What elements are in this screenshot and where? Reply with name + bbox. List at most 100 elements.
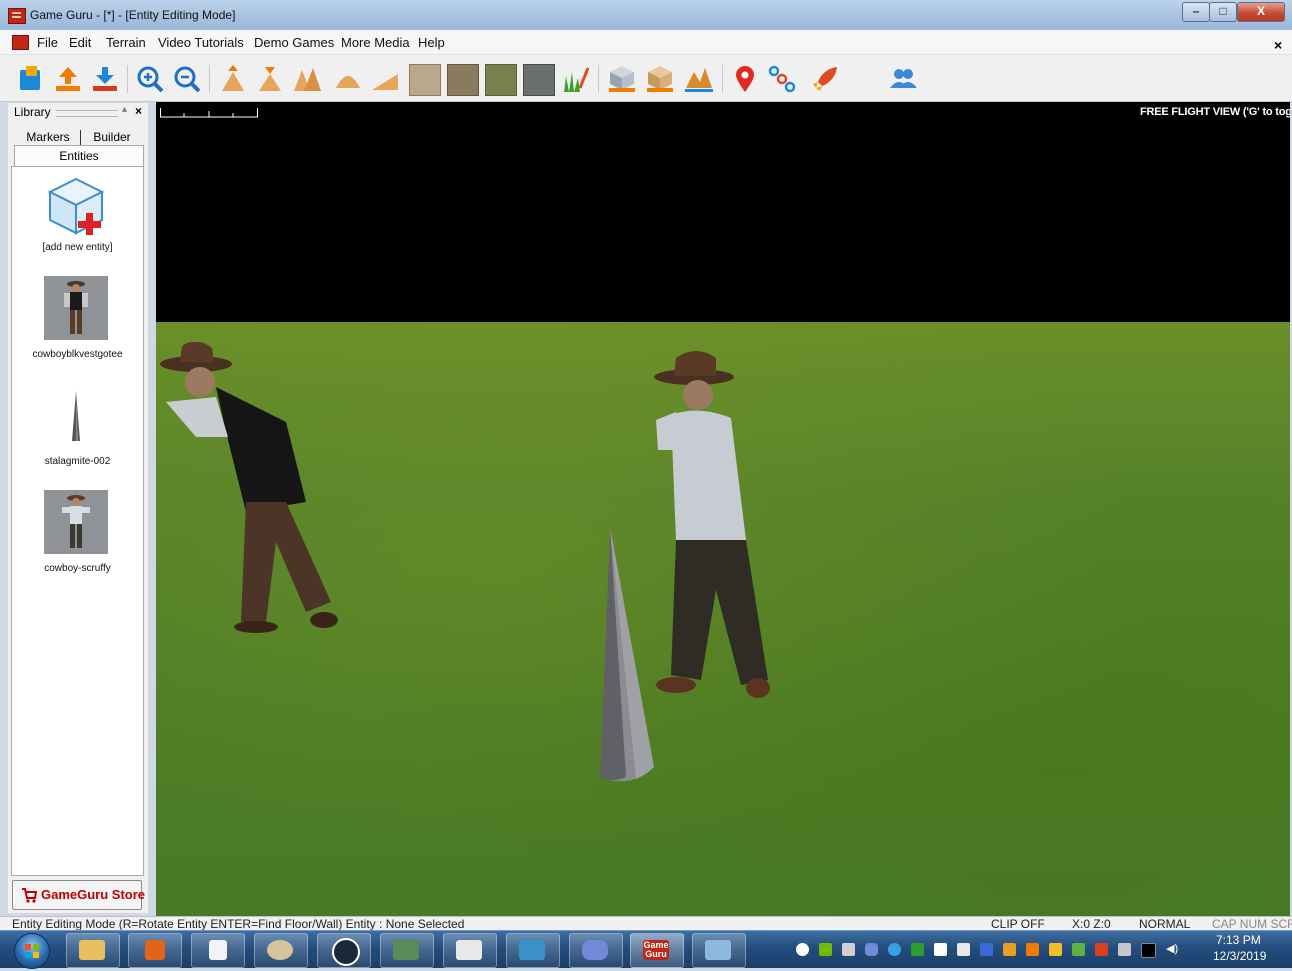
gameguru-store-button[interactable]: GameGuru Store <box>12 880 146 910</box>
cowboy-black-vest-thumbnail[interactable] <box>44 276 108 340</box>
tab-markers[interactable]: Markers <box>16 130 81 146</box>
discord-tray-icon[interactable] <box>865 943 878 956</box>
waypoint-nodes-icon[interactable] <box>767 64 797 94</box>
3d-viewport[interactable]: FREE FLIGHT VIEW ('G' to toggle) <box>156 102 1290 916</box>
close-window-button[interactable]: X <box>1237 2 1285 22</box>
load-level-icon[interactable] <box>53 64 83 94</box>
level-terrain-icon[interactable] <box>292 64 322 94</box>
taskbar-media-player[interactable] <box>128 933 182 968</box>
taskbar-file-explorer[interactable] <box>66 933 120 968</box>
lower-terrain-icon[interactable] <box>255 64 285 94</box>
menu-terrain[interactable]: Terrain <box>106 35 146 50</box>
security-tray-icon[interactable] <box>1072 943 1085 956</box>
stalagmite-thumbnail[interactable] <box>44 383 108 447</box>
media-tray-icon[interactable] <box>1095 943 1108 956</box>
entity-label: [add new entity] <box>42 242 113 253</box>
taskbar-network-tool[interactable] <box>380 933 434 968</box>
paint-texture-2-icon[interactable] <box>447 64 479 96</box>
static-entity-icon[interactable] <box>645 64 675 94</box>
menu-more-media[interactable]: More Media <box>341 35 410 50</box>
volume-icon[interactable]: ◀) <box>1166 943 1179 956</box>
panel-pin-button[interactable]: ▴ <box>122 104 127 115</box>
usb-tray-icon[interactable] <box>1118 943 1131 956</box>
cowboy-scruffy-thumbnail[interactable] <box>44 490 108 554</box>
add-entity-icon[interactable] <box>44 175 108 239</box>
flag-tray-icon[interactable] <box>957 943 970 956</box>
update-tray-icon[interactable] <box>1026 943 1039 956</box>
paint-palette-icon <box>267 940 293 960</box>
maximize-button[interactable]: □ <box>1209 2 1237 22</box>
menu-demo-games[interactable]: Demo Games <box>254 35 334 50</box>
sleep-tray-icon[interactable] <box>934 943 947 956</box>
store-label: GameGuru Store <box>41 887 146 902</box>
battery-tray-icon[interactable] <box>911 943 924 956</box>
media-player-icon <box>145 940 165 960</box>
taskbar-notepad[interactable] <box>191 933 245 968</box>
network-tray-icon[interactable] <box>842 943 855 956</box>
nvidia-tray-icon[interactable] <box>819 943 832 956</box>
paint-texture-4-icon[interactable] <box>523 64 555 96</box>
clock-time[interactable]: 7:13 PM <box>1216 933 1261 947</box>
taskbar-steam[interactable] <box>317 933 371 968</box>
steam-tray-icon[interactable] <box>796 943 809 956</box>
panel-close-button[interactable]: × <box>135 104 142 118</box>
library-panel: Library ▴ × Markers Builder Entities [ad… <box>8 103 148 913</box>
taskbar-control-panel[interactable] <box>692 933 746 968</box>
marker-icon[interactable] <box>730 64 760 94</box>
tab-builder[interactable]: Builder <box>84 130 140 146</box>
ramp-terrain-icon[interactable] <box>370 64 400 94</box>
taskbar-discord[interactable] <box>569 933 623 968</box>
taskbar: Game Guru ◀) 7:13 PM 12/3/2019 <box>0 930 1292 969</box>
cowboy-scruffy-character[interactable] <box>646 350 786 710</box>
waypoint-icon[interactable] <box>684 64 714 94</box>
network-tool-icon <box>393 940 419 960</box>
cowboy-black-vest-character[interactable] <box>156 342 356 642</box>
zoom-in-icon[interactable] <box>135 64 165 94</box>
display-tray-icon[interactable] <box>1141 943 1156 958</box>
gameguru-task-icon: Game Guru <box>643 940 669 960</box>
start-button-icon[interactable] <box>14 933 50 969</box>
new-level-icon[interactable] <box>16 64 46 94</box>
menu-file[interactable]: File <box>37 35 58 50</box>
menu-edit[interactable]: Edit <box>69 35 91 50</box>
minimize-button[interactable]: – <box>1182 2 1210 22</box>
blend-terrain-icon[interactable] <box>333 64 363 94</box>
paint-texture-3-icon[interactable] <box>485 64 517 96</box>
paint-grass-icon[interactable] <box>560 64 590 94</box>
zoom-out-icon[interactable] <box>172 64 202 94</box>
taskbar-paint[interactable] <box>254 933 308 968</box>
status-bar: Entity Editing Mode (R=Rotate Entity ENT… <box>0 916 1292 931</box>
stalagmite-object[interactable] <box>596 527 666 792</box>
bug-tray-icon[interactable] <box>1049 943 1062 956</box>
library-title: Library <box>14 105 51 119</box>
app-tray-icon[interactable] <box>1003 943 1016 956</box>
sync-tray-icon[interactable] <box>888 943 901 956</box>
paint-texture-1-icon[interactable] <box>409 64 441 96</box>
bluetooth-tray-icon[interactable] <box>980 943 993 956</box>
tab-entities[interactable]: Entities <box>14 145 144 166</box>
folder-icon <box>79 940 105 960</box>
multiplayer-icon[interactable] <box>888 64 918 94</box>
entity-label: cowboy-scruffy <box>44 563 111 574</box>
menu-video-tutorials[interactable]: Video Tutorials <box>158 35 244 50</box>
menu-help[interactable]: Help <box>418 35 445 50</box>
toolbar-separator <box>598 65 599 93</box>
control-panel-icon <box>705 940 731 960</box>
status-coords: X:0 Z:0 <box>1072 917 1111 931</box>
clock-date[interactable]: 12/3/2019 <box>1213 949 1266 963</box>
test-game-icon[interactable] <box>810 64 840 94</box>
shopping-cart-icon <box>22 888 37 903</box>
taskbar-files[interactable] <box>443 933 497 968</box>
taskbar-gameguru[interactable]: Game Guru <box>630 933 684 968</box>
save-level-icon[interactable] <box>90 64 120 94</box>
toolbar-separator <box>722 65 723 93</box>
panel-drag-handle[interactable] <box>56 110 118 117</box>
discord-icon <box>582 940 608 960</box>
document-icon[interactable] <box>12 35 29 50</box>
gameguru-app-icon <box>8 8 26 24</box>
close-document-button[interactable]: × <box>1274 37 1282 53</box>
taskbar-photo-viewer[interactable] <box>506 933 560 968</box>
entity-mode-icon[interactable] <box>607 64 637 94</box>
raise-terrain-icon[interactable] <box>218 64 248 94</box>
status-speed: NORMAL <box>1139 917 1191 931</box>
